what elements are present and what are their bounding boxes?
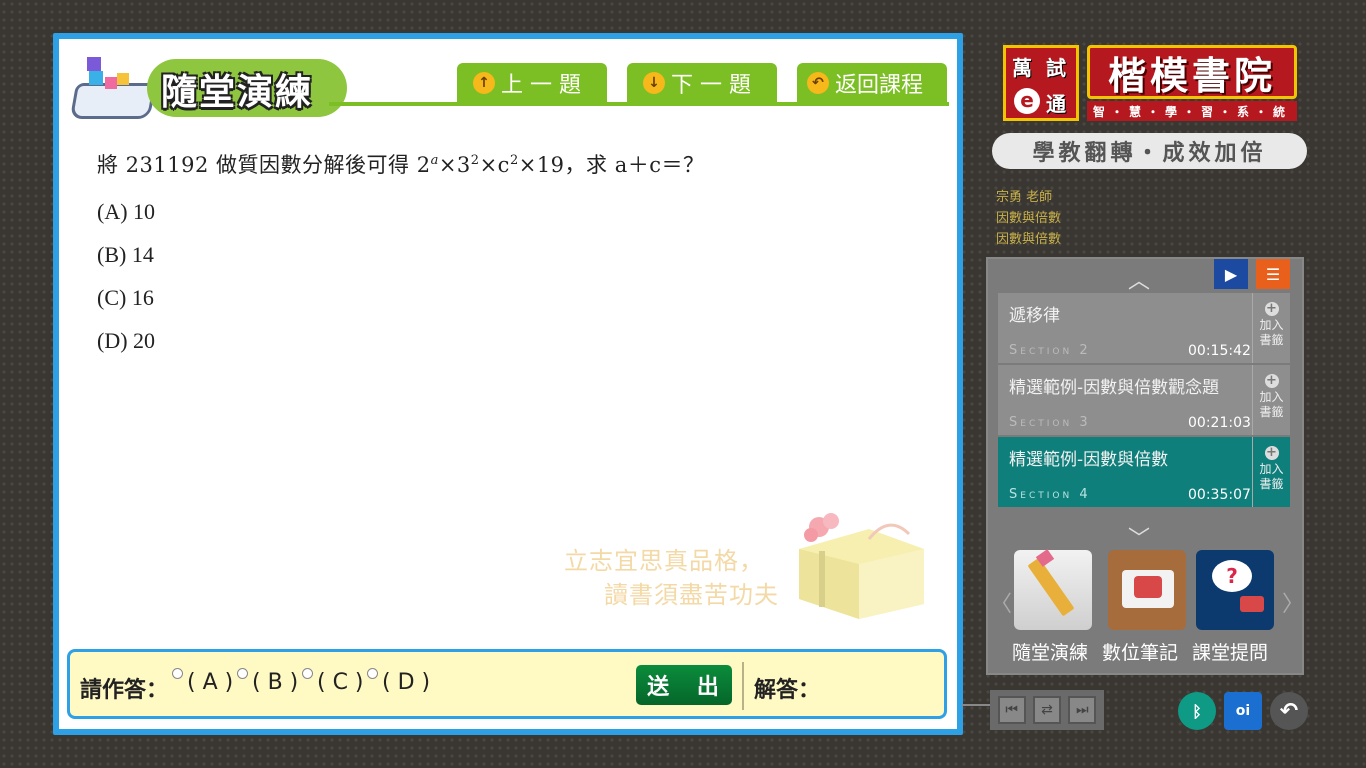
question-block: 將 231192 做質因數分解後可得 2a×32×c2×19，求 a＋c＝？ (…	[97, 149, 705, 371]
skip-back-icon[interactable]: ⏮	[997, 696, 1026, 724]
radio-option-c[interactable]: ( C )	[302, 668, 364, 695]
sync-icon[interactable]: ⇄	[1032, 696, 1061, 724]
divider	[742, 662, 744, 710]
exercise-content: 隨堂演練 ↑ 上 一 題 ↓ 下 一 題 ↶ 返回課程 將 231192 做質因…	[59, 39, 957, 729]
radio-option-b[interactable]: ( B )	[237, 668, 298, 695]
option-b: (B) 14	[97, 242, 154, 267]
back-to-course-button[interactable]: ↶ 返回課程	[797, 63, 947, 103]
answer-bar: 請作答： ( A ) ( B ) ( C ) ( D ) 送 出 解答：	[67, 649, 947, 719]
next-question-button[interactable]: ↓ 下 一 題	[627, 63, 777, 103]
return-icon: ↶	[807, 72, 829, 94]
pencil-notebook-icon[interactable]	[1014, 549, 1092, 630]
slogan-banner: 學教翻轉・成效加倍	[992, 133, 1307, 169]
chevron-right-icon[interactable]: 〉	[1282, 586, 1304, 618]
notes-tool-label[interactable]: 數位筆記	[1102, 638, 1178, 665]
skip-forward-icon[interactable]: ⏭	[1068, 696, 1097, 724]
playlist-item[interactable]: 遞移律 Section 2 00:15:42 + 加入書籤	[998, 293, 1290, 363]
menu-tab-icon[interactable]: ☰	[1256, 259, 1290, 289]
playback-controls: ⏮ ⇄ ⏭	[990, 690, 1104, 730]
course-chapter: 因數與倍數	[996, 232, 1062, 247]
chevron-up-icon[interactable]: ︿	[1128, 263, 1150, 295]
tool-shelf: 〈 〉 ? 隨堂演練 數位筆記 課堂提問	[986, 540, 1304, 675]
answer-prompt: 請作答：	[80, 678, 169, 703]
arrow-up-icon: ↑	[473, 72, 495, 94]
brand-tagline: 智・慧・學・習・系・統	[1087, 101, 1297, 121]
add-bookmark-button[interactable]: + 加入書籤	[1252, 437, 1290, 507]
add-bookmark-button[interactable]: + 加入書籤	[1252, 365, 1290, 435]
practice-tool-label[interactable]: 隨堂演練	[1012, 638, 1088, 665]
brand-badge: 萬 試 e 通	[1003, 45, 1079, 121]
oi-icon[interactable]: oi	[1224, 692, 1262, 730]
brand-name: 楷模書院	[1087, 45, 1297, 99]
page-title: 隨堂演練	[161, 72, 314, 113]
option-a: (A) 10	[97, 199, 156, 224]
cube-icon	[87, 57, 101, 71]
question-text: 將 231192 做質因數分解後可得 2a×32×c2×19，求 a＋c＝？	[97, 153, 705, 177]
course-info: 宗勇 老師 因數與倍數 因數與倍數	[996, 187, 1061, 250]
bluetooth-icon[interactable]: ᛒ	[1178, 692, 1216, 730]
prev-question-button[interactable]: ↑ 上 一 題	[457, 63, 607, 103]
solution-label: 解答：	[754, 678, 821, 703]
plus-icon: +	[1264, 445, 1279, 460]
teacher-name: 宗勇 老師	[996, 190, 1053, 205]
exercise-panel: 隨堂演練 ↑ 上 一 題 ↓ 下 一 題 ↶ 返回課程 將 231192 做質因…	[53, 33, 963, 735]
plus-icon: +	[1264, 301, 1279, 316]
radio-option-a[interactable]: ( A )	[172, 668, 233, 695]
video-tab-icon[interactable]: ▶	[1214, 259, 1248, 289]
arrow-down-icon: ↓	[643, 72, 665, 94]
plus-icon: +	[1264, 373, 1279, 388]
ask-tool-label[interactable]: 課堂提問	[1192, 638, 1268, 665]
gift-box-icon	[799, 513, 924, 619]
camera-notebook-icon[interactable]	[1108, 550, 1186, 630]
course-subject: 因數與倍數	[996, 211, 1062, 226]
playlist-item[interactable]: 精選範例-因數與倍數觀念題 Section 3 00:21:03 + 加入書籤	[998, 365, 1290, 435]
cube-icon	[105, 77, 117, 89]
motto-watermark: 立志宜思真品格， 讀書須盡苦功夫	[564, 547, 779, 609]
chevron-left-icon[interactable]: 〈	[990, 586, 1012, 618]
brand-logo: 萬 試 e 通 楷模書院 智・慧・學・習・系・統	[1003, 45, 1298, 123]
back-arrow-icon[interactable]: ↶	[1270, 692, 1308, 730]
playlist-item-active[interactable]: 精選範例-因數與倍數 Section 4 00:35:07 + 加入書籤	[998, 437, 1290, 507]
submit-button[interactable]: 送 出	[636, 665, 732, 705]
option-c: (C) 16	[97, 285, 154, 310]
practice-logo: 隨堂演練	[69, 47, 359, 127]
option-d: (D) 20	[97, 328, 156, 353]
add-bookmark-button[interactable]: + 加入書籤	[1252, 293, 1290, 363]
cube-icon	[89, 71, 103, 85]
radio-option-d[interactable]: ( D )	[367, 668, 430, 695]
question-bubble-icon[interactable]: ?	[1196, 550, 1274, 630]
cube-icon	[117, 73, 129, 85]
